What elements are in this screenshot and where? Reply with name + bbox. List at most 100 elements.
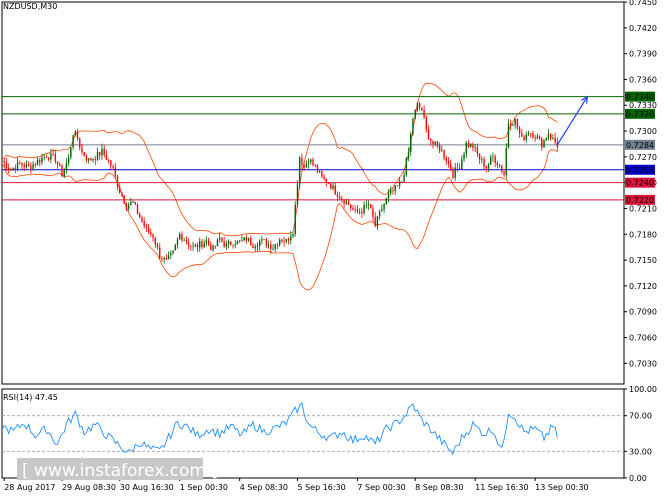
candle-body <box>414 109 416 119</box>
candle-body <box>310 159 312 163</box>
candle-body <box>418 103 421 108</box>
candle-body <box>172 250 174 253</box>
candle-body <box>210 244 212 251</box>
rsi-y-tick-label: 100.00 <box>629 385 657 394</box>
candle-body <box>385 198 388 205</box>
candle-body <box>545 138 547 140</box>
candle-body <box>481 158 483 160</box>
candle-body <box>285 238 288 242</box>
candle-body <box>490 157 492 165</box>
y-tick-label: 0.7300 <box>629 127 657 136</box>
x-tick-label: 13 Sep 00:30 <box>535 483 588 492</box>
candle-body <box>256 246 259 247</box>
candle-body <box>241 240 243 242</box>
candle-body <box>296 184 299 205</box>
candle-body <box>323 176 325 179</box>
candle-body <box>267 244 270 246</box>
candle-body <box>538 136 541 139</box>
candle-body <box>374 217 376 227</box>
candle-body <box>143 221 145 227</box>
candle-body <box>352 208 354 210</box>
y-tick-label: 0.7360 <box>629 75 657 84</box>
x-tick-label: 7 Sep 00:30 <box>357 483 405 492</box>
candle-body <box>458 168 461 170</box>
rsi-title: RSI(14) 47.45 <box>3 393 58 402</box>
rsi-y-tick-label: 30.00 <box>629 447 652 456</box>
watermark: [ www.instaforex.com ] <box>17 458 218 481</box>
candle-body <box>19 162 21 164</box>
candle-body <box>463 153 465 160</box>
candle-body <box>94 159 96 161</box>
candle-body <box>190 245 192 247</box>
candle-body <box>56 161 59 165</box>
watermark-text: [ www.instaforex.com ] <box>22 461 218 481</box>
candle-body <box>516 118 519 128</box>
candle-body <box>396 185 399 187</box>
candle-body <box>498 165 501 167</box>
candle-body <box>207 240 210 245</box>
rsi-y-tick-label: 0.00 <box>629 474 647 483</box>
candle-body <box>247 238 250 241</box>
candle-body <box>443 150 445 158</box>
candle-body <box>523 136 525 140</box>
candle-body <box>216 239 219 247</box>
candle-body <box>116 175 119 187</box>
candle-body <box>338 196 341 199</box>
candle-body <box>127 205 130 209</box>
x-tick-label: 30 Aug 16:30 <box>120 483 174 492</box>
candle-body <box>105 155 108 161</box>
candle-body <box>276 244 279 246</box>
candle-body <box>476 147 479 154</box>
candle-body <box>174 245 176 251</box>
candle-body <box>332 185 334 189</box>
candle-body <box>376 216 379 227</box>
candle-body <box>119 186 121 194</box>
candle-body <box>47 157 50 160</box>
candle-body <box>245 237 248 241</box>
candle-body <box>150 232 152 235</box>
candle-body <box>170 252 172 256</box>
level-label: 0.7284 <box>626 141 654 150</box>
candle-body <box>365 204 368 206</box>
y-tick-label: 0.7120 <box>629 282 657 291</box>
candle-body <box>165 257 168 260</box>
candle-body <box>7 168 10 170</box>
level-label: 0.7255 <box>626 166 654 175</box>
candle-body <box>496 162 499 166</box>
candle-body <box>272 248 274 250</box>
candle-body <box>487 164 490 169</box>
candle-body <box>87 158 90 161</box>
candle-body <box>305 163 308 168</box>
candle-body <box>72 135 74 148</box>
candle-body <box>21 163 23 166</box>
candle-body <box>381 209 383 212</box>
candle-body <box>36 159 39 165</box>
candle-body <box>470 143 472 147</box>
candle-body <box>203 243 205 248</box>
candle-body <box>521 132 523 137</box>
candle-body <box>252 245 254 249</box>
candle-body <box>363 205 365 214</box>
candle-body <box>361 211 363 214</box>
candle-body <box>507 123 510 149</box>
x-tick-label: 8 Sep 08:30 <box>415 483 463 492</box>
candle-body <box>183 240 185 242</box>
candle-body <box>450 163 452 171</box>
candle-body <box>412 118 414 135</box>
candle-body <box>501 165 503 172</box>
candle-body <box>438 145 441 151</box>
candle-body <box>92 159 94 161</box>
x-tick-label: 1 Sep 00:30 <box>180 483 228 492</box>
candle-body <box>407 152 410 159</box>
candle-body <box>383 204 385 210</box>
candle-body <box>403 174 405 182</box>
y-tick-label: 0.7450 <box>629 0 657 7</box>
candle-body <box>474 147 476 149</box>
candle-body <box>141 217 143 222</box>
candle-body <box>536 136 539 139</box>
candle-body <box>27 164 30 166</box>
candle-body <box>532 133 534 138</box>
candle-body <box>43 156 45 158</box>
candle-body <box>292 233 294 237</box>
candle-body <box>185 240 188 243</box>
